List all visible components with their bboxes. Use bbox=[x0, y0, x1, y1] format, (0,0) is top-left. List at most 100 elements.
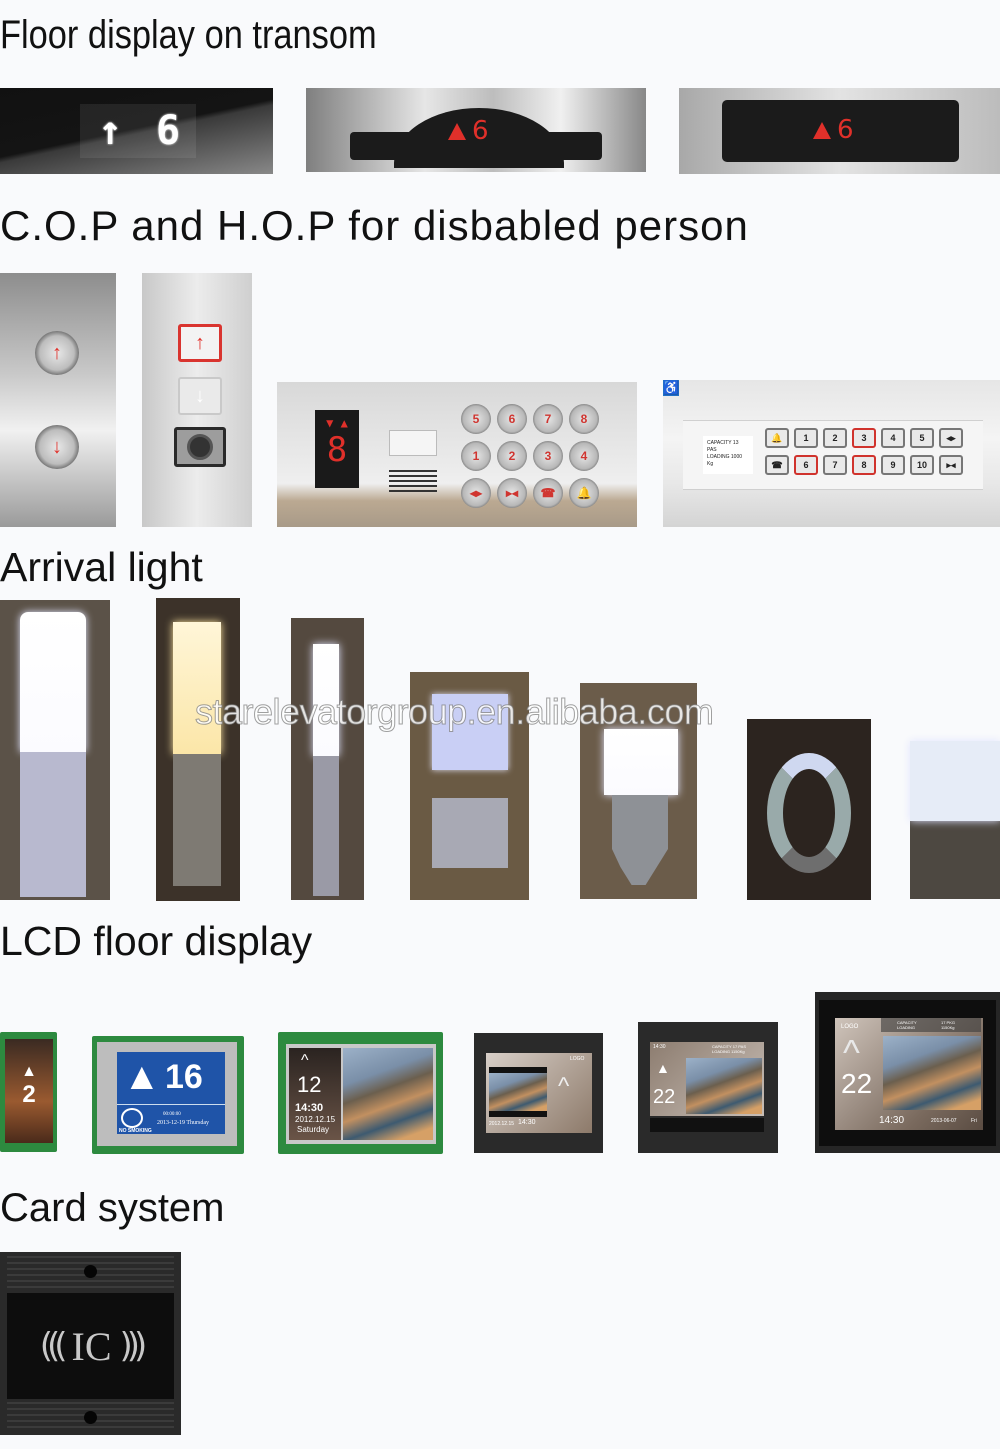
up-arrow-icon: ↑ bbox=[52, 341, 62, 364]
card-tap-area[interactable]: ((( IC ))) bbox=[7, 1293, 174, 1399]
floor-button-8[interactable]: 8 bbox=[852, 455, 876, 475]
hall-down-button[interactable]: ↓ bbox=[35, 425, 79, 469]
capacity-panel: CAPACITY 17 PKG LOADING 1150Kg bbox=[881, 1018, 981, 1032]
floor-number: 2 bbox=[22, 1081, 36, 1108]
section-title-floor-display: Floor display on transom bbox=[0, 13, 377, 57]
floor-button-3[interactable]: 3 bbox=[533, 441, 563, 471]
direction-arrows: ▼ ▲ bbox=[326, 416, 348, 430]
floor-button-5[interactable]: 5 bbox=[461, 404, 491, 434]
ic-card-reader[interactable]: ((( IC ))) bbox=[0, 1252, 181, 1435]
floor-button-7[interactable]: 7 bbox=[533, 404, 563, 434]
floor-button-5[interactable]: 5 bbox=[910, 428, 934, 448]
floor-button-3[interactable]: 3 bbox=[852, 428, 876, 448]
light-lit bbox=[910, 741, 1000, 821]
door-open-button[interactable]: ◂▸ bbox=[461, 478, 491, 508]
time: 14:30 bbox=[295, 1102, 324, 1114]
capacity-plate bbox=[389, 430, 437, 456]
hop-round-buttons: ↑ ↓ bbox=[0, 273, 116, 527]
section-title-lcd: LCD floor display bbox=[0, 918, 313, 964]
light-lit bbox=[20, 612, 86, 752]
lcd-display-4: LOGO ^ 2012.12.15 14:30 bbox=[474, 1033, 603, 1153]
floor-button-4[interactable]: 4 bbox=[881, 428, 905, 448]
speaker-grill bbox=[389, 470, 437, 494]
oval-light bbox=[767, 753, 851, 873]
hall-down-button[interactable]: ↓ bbox=[178, 377, 222, 415]
section-title-arrival-light: Arrival light bbox=[0, 544, 203, 590]
floor-button-2[interactable]: 2 bbox=[497, 441, 527, 471]
light-lit bbox=[173, 622, 221, 754]
rect-led-floor-display: 6 bbox=[679, 88, 1000, 174]
car-operating-panel: ▼ ▲ 8 5 6 7 8 1 2 3 4 ◂▸ ▸◂ ☎ 🔔 bbox=[277, 382, 637, 527]
date: 2012.12.15 bbox=[295, 1115, 336, 1124]
floor-number: 6 bbox=[138, 104, 196, 158]
door-open-button[interactable]: ◂▸ bbox=[939, 428, 963, 448]
hall-up-button[interactable]: ↑ bbox=[35, 331, 79, 375]
floor-button-4[interactable]: 4 bbox=[569, 441, 599, 471]
floor-button-6[interactable]: 6 bbox=[794, 455, 818, 475]
floor-button-2[interactable]: 2 bbox=[823, 428, 847, 448]
time: 14:30 bbox=[518, 1119, 536, 1126]
city-photo bbox=[343, 1048, 433, 1140]
screw-hole-bottom bbox=[84, 1411, 97, 1424]
lcd-display-3: ^ 12 14:30 2012.12.15 Saturday bbox=[278, 1032, 443, 1154]
floor-button-7[interactable]: 7 bbox=[823, 455, 847, 475]
light-unlit bbox=[313, 756, 339, 896]
floor-button-1[interactable]: 1 bbox=[794, 428, 818, 448]
logo: LOGO bbox=[841, 1024, 859, 1030]
light-lit bbox=[604, 729, 678, 795]
floor-number: 8 bbox=[326, 430, 348, 470]
floor-button-8[interactable]: 8 bbox=[569, 404, 599, 434]
screw-hole-top bbox=[84, 1265, 97, 1278]
floor-number: 22 bbox=[653, 1086, 676, 1108]
up-arrow-icon: ↑ bbox=[195, 331, 205, 354]
logo: LOGO bbox=[570, 1056, 585, 1062]
arrival-light-3 bbox=[291, 618, 364, 900]
date: 2013-12-19 Thursday bbox=[157, 1120, 210, 1126]
lcd-bezel-bottom bbox=[650, 1118, 764, 1132]
floor-button-6[interactable]: 6 bbox=[497, 404, 527, 434]
key-switch[interactable] bbox=[174, 427, 226, 467]
floor-number: 12 bbox=[297, 1072, 322, 1097]
up-arrow-icon: ▲ bbox=[656, 1060, 670, 1076]
hall-up-button[interactable]: ↑ bbox=[178, 324, 222, 362]
alarm-button[interactable]: 🔔 bbox=[569, 478, 599, 508]
door-close-button[interactable]: ▸◂ bbox=[497, 478, 527, 508]
lcd-display-5: 14:30 CAPACITY 17 PAS LOADING 1150Kg ▲ 2… bbox=[638, 1022, 778, 1153]
wheelchair-icon: ♿ bbox=[663, 380, 680, 396]
up-arrow-icon: ↑ bbox=[80, 104, 138, 158]
watermark: starelevatorgroup.en.alibaba.com bbox=[194, 691, 714, 733]
light-unlit bbox=[612, 795, 668, 885]
lcd-display-6: LOGO CAPACITY 17 PKG LOADING 1150Kg ^ 22… bbox=[815, 992, 1000, 1153]
ic-label: IC bbox=[71, 1323, 112, 1369]
up-arrow-icon bbox=[813, 121, 831, 139]
light-unlit bbox=[20, 752, 86, 897]
city-photo bbox=[686, 1058, 762, 1114]
down-arrow-icon: ↓ bbox=[195, 384, 205, 407]
hop-square-buttons: ↑ ↓ bbox=[142, 273, 252, 527]
time: 00:00:00 bbox=[163, 1112, 181, 1117]
arrival-light-2 bbox=[156, 598, 240, 901]
time: 14:30 bbox=[653, 1044, 666, 1050]
arrival-light-1 bbox=[0, 600, 110, 900]
section-title-cop-hop: C.O.P and H.O.P for disbabled person bbox=[0, 202, 749, 249]
up-arrow-icon: ^ bbox=[301, 1052, 309, 1069]
car-keypad: 5 6 7 8 1 2 3 4 ◂▸ ▸◂ ☎ 🔔 bbox=[461, 404, 599, 508]
phone-button[interactable]: ☎ bbox=[533, 478, 563, 508]
day: Saturday bbox=[297, 1125, 330, 1134]
segment-floor-indicator: ▼ ▲ 8 bbox=[315, 410, 359, 488]
accessible-keypad: 🔔 1 2 3 4 5 ◂▸ ☎ 6 7 8 9 10 ▸◂ bbox=[765, 428, 963, 475]
floor-button-1[interactable]: 1 bbox=[461, 441, 491, 471]
down-arrow-icon: ↓ bbox=[52, 435, 62, 458]
floor-button-10[interactable]: 10 bbox=[910, 455, 934, 475]
up-arrow-icon: ▲ bbox=[123, 1056, 161, 1098]
light-unlit bbox=[432, 798, 508, 868]
section-title-card-system: Card system bbox=[0, 1186, 225, 1230]
floor-number: 6 bbox=[837, 115, 854, 145]
up-arrow-icon: ▲ bbox=[21, 1063, 37, 1080]
alarm-button[interactable]: 🔔 bbox=[765, 428, 789, 448]
door-close-button[interactable]: ▸◂ bbox=[939, 455, 963, 475]
floor-button-9[interactable]: 9 bbox=[881, 455, 905, 475]
light-unlit bbox=[173, 754, 221, 886]
city-photo bbox=[489, 1067, 547, 1117]
phone-button[interactable]: ☎ bbox=[765, 455, 789, 475]
